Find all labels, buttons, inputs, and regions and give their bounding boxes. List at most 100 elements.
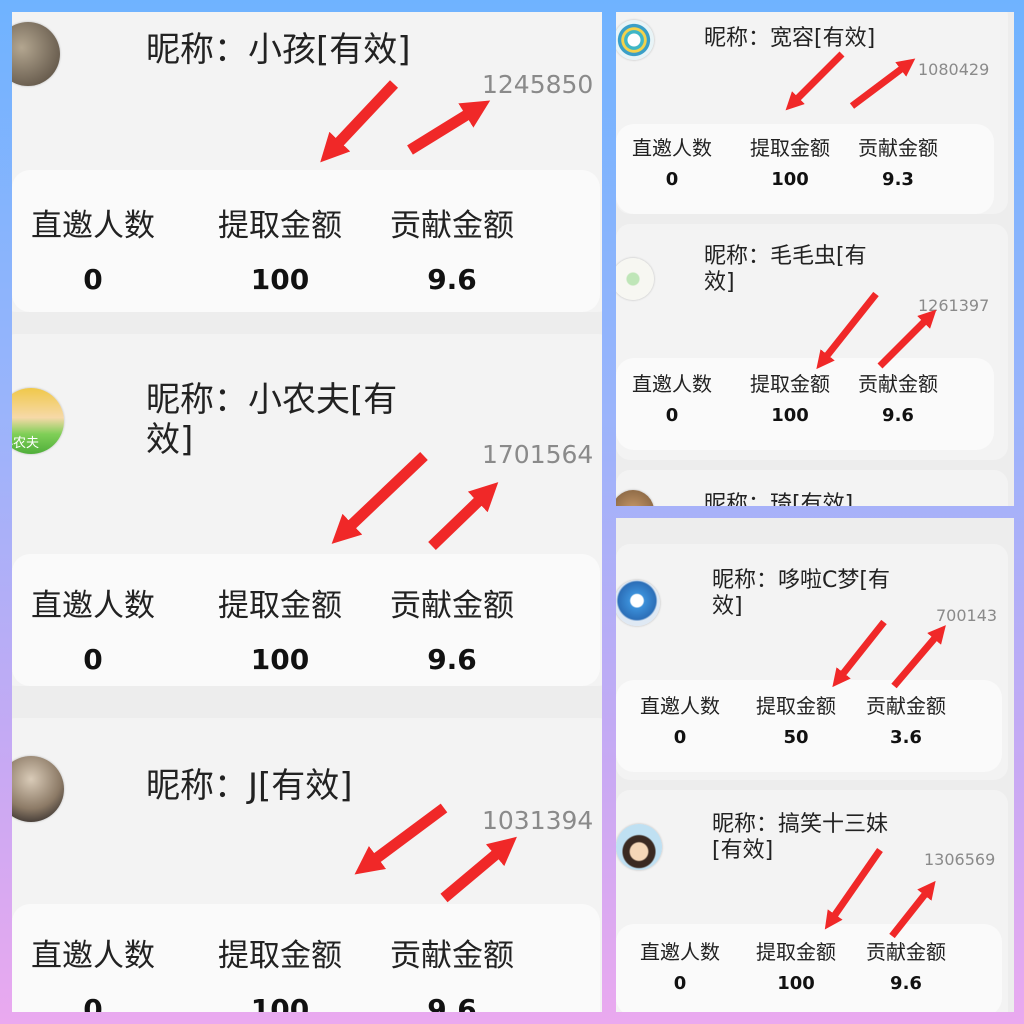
user-card[interactable]: 昵称：小孩[有效] 1245850 直邀人数 0 提取金额 100 贡献金额 9…	[12, 12, 602, 312]
avatar[interactable]	[616, 20, 654, 60]
stat-value: 0	[673, 973, 687, 994]
stat-value: 100	[250, 263, 310, 296]
stat-value: 3.6	[890, 727, 922, 748]
stat-label: 直邀人数	[31, 208, 155, 244]
stat-label: 直邀人数	[640, 940, 720, 964]
stat-label: 提取金额	[750, 372, 830, 396]
stat-value: 0	[673, 727, 687, 748]
stat-value: 0	[665, 169, 679, 190]
nickname: 昵称：J[有效]	[146, 766, 353, 806]
stats-box: 直邀人数 0 提取金额 100 贡献金额 9.6	[12, 170, 600, 312]
stat-value: 9.3	[882, 169, 914, 190]
nickname: 昵称：搞笑十三妹[有效]	[712, 812, 889, 863]
stat-contribution: 贡献金额 9.6	[848, 368, 948, 426]
stat-label: 贡献金额	[390, 938, 514, 974]
nickname: 昵称：小农夫[有效]	[146, 380, 398, 461]
stat-label: 贡献金额	[858, 136, 938, 160]
user-card[interactable]: 昵称：宽容[有效] 1080429 直邀人数 0 提取金额 100 贡献金额 9…	[616, 12, 1008, 214]
stat-withdraw: 提取金额 50	[746, 690, 846, 748]
stat-value: 9.6	[427, 263, 477, 296]
user-id: 1031394	[482, 806, 594, 835]
stat-contribution: 贡献金额 3.6	[856, 690, 956, 748]
stat-label: 直邀人数	[31, 588, 155, 624]
stat-value: 100	[250, 993, 310, 1012]
stat-invites: 直邀人数 0	[18, 580, 168, 676]
stat-label: 提取金额	[756, 694, 836, 718]
stat-value: 100	[771, 169, 809, 190]
stat-value: 9.6	[427, 643, 477, 676]
user-id: 700143	[936, 606, 998, 625]
stat-withdraw: 提取金额 100	[200, 580, 360, 676]
stats-box: 直邀人数 0 提取金额 100 贡献金额 9.6	[616, 358, 994, 450]
user-id: 1306569	[924, 850, 996, 869]
user-id: 1245850	[482, 70, 594, 99]
stat-contribution: 贡献金额 9.6	[372, 580, 532, 676]
user-id: 1701564	[482, 440, 594, 469]
stat-label: 提取金额	[750, 136, 830, 160]
stat-value: 9.6	[427, 993, 477, 1012]
stat-label: 提取金额	[218, 938, 342, 974]
stat-value: 50	[783, 727, 809, 748]
stat-invites: 直邀人数 0	[622, 132, 722, 190]
nickname: 昵称：小孩[有效]	[146, 30, 411, 70]
user-card[interactable]: 昵称：搞笑十三妹[有效] 1306569 直邀人数 0 提取金额 100 贡献金…	[616, 790, 1008, 1012]
user-card[interactable]: 昵称：毛毛虫[有效] 1261397 直邀人数 0 提取金额 100 贡献金额 …	[616, 224, 1008, 460]
avatar[interactable]	[12, 756, 64, 822]
stat-value: 100	[250, 643, 310, 676]
stat-value: 0	[83, 643, 103, 676]
stat-contribution: 贡献金额 9.3	[848, 132, 948, 190]
nickname: 昵称：宽容[有效]	[704, 26, 876, 51]
avatar[interactable]	[616, 258, 654, 300]
avatar[interactable]	[616, 824, 662, 870]
stats-box: 直邀人数 0 提取金额 50 贡献金额 3.6	[616, 680, 1002, 772]
nickname: 昵称：哆啦C梦[有效]	[712, 568, 890, 619]
avatar[interactable]: 小农夫	[12, 388, 64, 454]
stat-contribution: 贡献金额 9.6	[372, 930, 532, 1012]
stat-label: 直邀人数	[632, 372, 712, 396]
stat-value: 0	[665, 405, 679, 426]
stat-contribution: 贡献金额 9.6	[372, 200, 532, 296]
avatar[interactable]	[616, 580, 660, 626]
stat-value: 100	[777, 973, 815, 994]
stat-withdraw: 提取金额 100	[746, 936, 846, 994]
avatar[interactable]	[616, 490, 654, 506]
stat-value: 9.6	[882, 405, 914, 426]
stat-invites: 直邀人数 0	[630, 936, 730, 994]
stat-invites: 直邀人数 0	[622, 368, 722, 426]
user-id: 1261397	[918, 296, 990, 315]
stat-label: 直邀人数	[31, 938, 155, 974]
stat-label: 贡献金额	[858, 372, 938, 396]
stat-label: 贡献金额	[866, 694, 946, 718]
stats-box: 直邀人数 0 提取金额 100 贡献金额 9.6	[12, 904, 600, 1012]
user-card[interactable]: 昵称：J[有效] 1031394 直邀人数 0 提取金额 100 贡献金额 9.…	[12, 718, 602, 1012]
stat-contribution: 贡献金额 9.6	[856, 936, 956, 994]
stat-value: 0	[83, 993, 103, 1012]
stats-box: 直邀人数 0 提取金额 100 贡献金额 9.6	[616, 924, 1002, 1012]
stat-withdraw: 提取金额 100	[740, 132, 840, 190]
stat-withdraw: 提取金额 100	[740, 368, 840, 426]
nickname: 昵称：琦[有效]	[704, 492, 854, 506]
user-card[interactable]: 昵称：哆啦C梦[有效] 700143 直邀人数 0 提取金额 50 贡献金额 3…	[616, 544, 1008, 780]
stat-label: 贡献金额	[390, 588, 514, 624]
stat-withdraw: 提取金额 100	[200, 200, 360, 296]
avatar[interactable]	[12, 22, 60, 86]
stats-box: 直邀人数 0 提取金额 100 贡献金额 9.3	[616, 124, 994, 214]
nickname: 昵称：毛毛虫[有效]	[704, 244, 867, 295]
stat-label: 提取金额	[756, 940, 836, 964]
stats-box: 直邀人数 0 提取金额 100 贡献金额 9.6	[12, 554, 600, 686]
user-card[interactable]: 小农夫 昵称：小农夫[有效] 1701564 直邀人数 0 提取金额 100 贡…	[12, 334, 602, 686]
avatar-text: 小农夫	[12, 436, 40, 451]
bottom-right-screenshot-panel: 昵称：哆啦C梦[有效] 700143 直邀人数 0 提取金额 50 贡献金额 3…	[616, 518, 1014, 1012]
stat-value: 9.6	[890, 973, 922, 994]
stat-label: 提取金额	[218, 208, 342, 244]
stat-invites: 直邀人数 0	[18, 930, 168, 1012]
stat-invites: 直邀人数 0	[630, 690, 730, 748]
stat-label: 贡献金额	[390, 208, 514, 244]
stat-label: 贡献金额	[866, 940, 946, 964]
stat-value: 100	[771, 405, 809, 426]
left-screenshot-panel: 昵称：小孩[有效] 1245850 直邀人数 0 提取金额 100 贡献金额 9…	[12, 12, 602, 1012]
stat-label: 提取金额	[218, 588, 342, 624]
user-id: 1080429	[918, 60, 990, 79]
stat-withdraw: 提取金额 100	[200, 930, 360, 1012]
user-card[interactable]: 昵称：琦[有效]	[616, 470, 1008, 506]
